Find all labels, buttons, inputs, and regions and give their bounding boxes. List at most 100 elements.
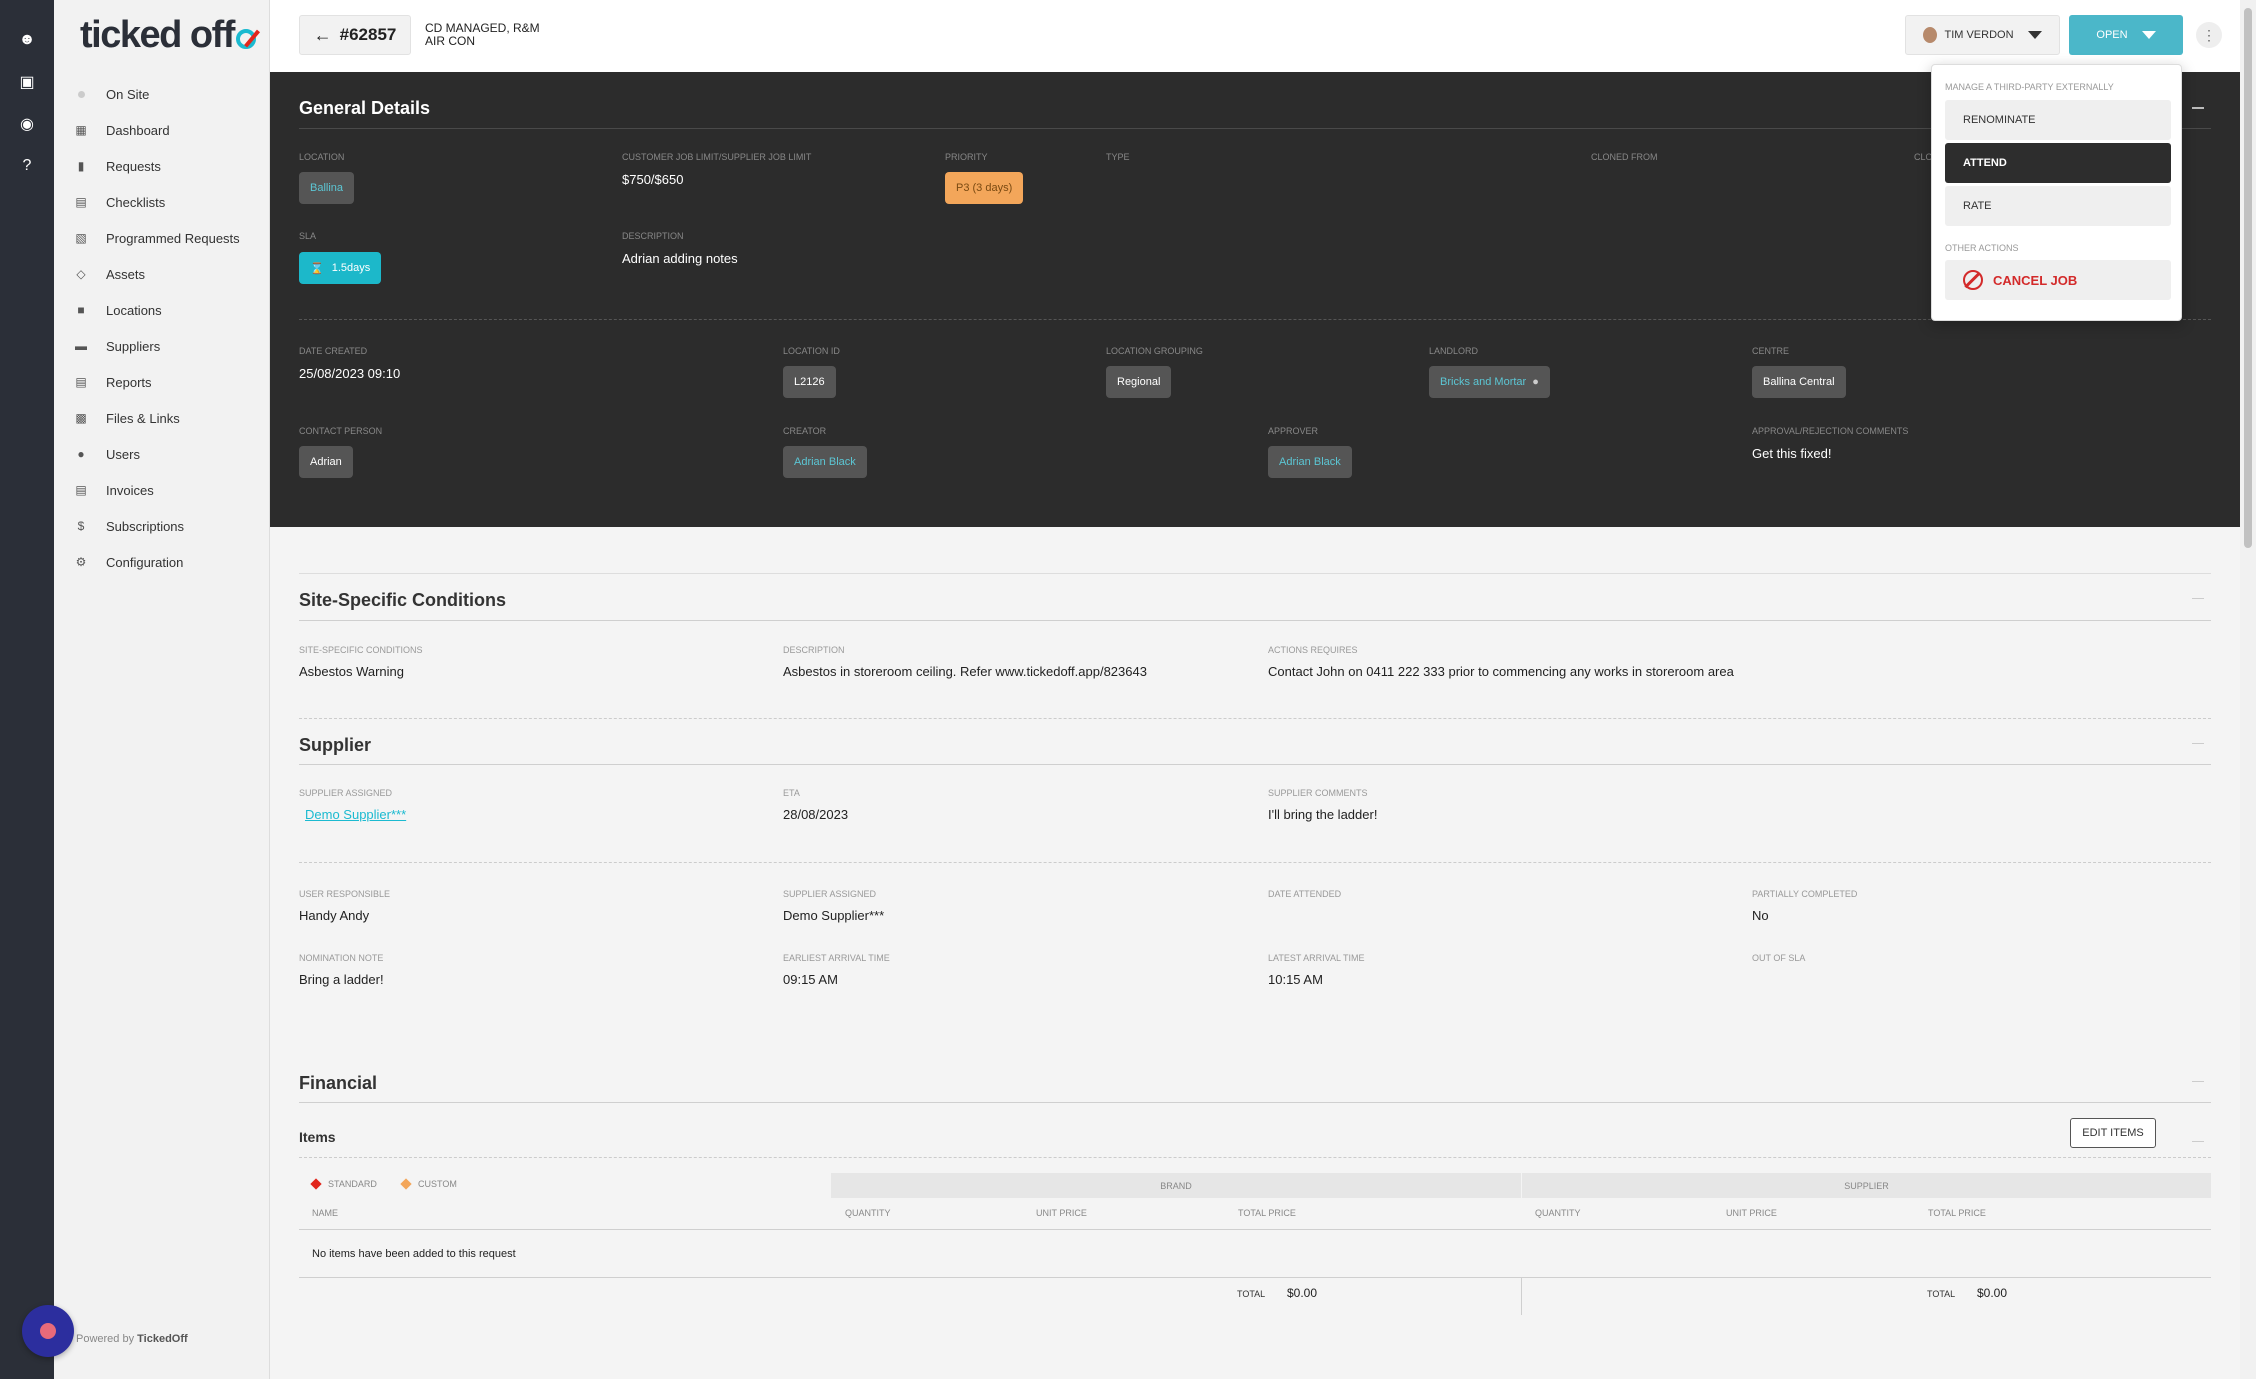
- description-value: Adrian adding notes: [622, 251, 738, 266]
- job-limit-value: $750/$650: [622, 172, 684, 187]
- sidebar-item-label: Assets: [106, 266, 146, 282]
- menu-item-cancel-job[interactable]: CANCEL JOB: [1945, 260, 2171, 300]
- status-actions-menu: MANAGE A THIRD-PARTY EXTERNALLY RENOMINA…: [1931, 64, 2182, 321]
- chat-launcher-button[interactable]: [22, 1305, 74, 1357]
- brand-total-label: TOTAL: [1237, 1289, 1266, 1299]
- eye-icon[interactable]: ◉: [17, 114, 37, 134]
- field-label: CUSTOMER JOB LIMIT/SUPPLIER JOB LIMIT: [622, 152, 812, 162]
- approval-comments-value: Get this fixed!: [1752, 446, 1832, 461]
- invoice-icon: ▤: [75, 483, 87, 497]
- column-header: TOTAL PRICE: [1928, 1208, 1986, 1218]
- collapse-icon[interactable]: [2192, 743, 2204, 744]
- sidebar-item-reports[interactable]: ▤ Reports: [54, 364, 270, 400]
- approver-chip[interactable]: Adrian Black: [1268, 446, 1352, 478]
- sidebar-item-on-site[interactable]: On Site: [54, 76, 270, 112]
- help-icon[interactable]: ?: [17, 156, 37, 176]
- back-button[interactable]: ← #62857: [299, 15, 411, 55]
- sidebar-item-configuration[interactable]: ⚙ Configuration: [54, 544, 270, 580]
- diamond-icon: [400, 1178, 412, 1190]
- field-label: CREATOR: [783, 426, 827, 436]
- sidebar-item-invoices[interactable]: ▤ Invoices: [54, 472, 270, 508]
- sidebar-item-files-links[interactable]: ▩ Files & Links: [54, 400, 270, 436]
- column-header: TOTAL PRICE: [1238, 1208, 1296, 1218]
- creator-chip[interactable]: Adrian Black: [783, 446, 867, 478]
- job-subtitle: CD MANAGED, R&M AIR CON: [425, 21, 540, 48]
- sidebar-item-label: Programmed Requests: [106, 230, 240, 246]
- files-icon: ▩: [75, 411, 87, 425]
- divider: [1521, 1277, 1522, 1315]
- calendar-icon[interactable]: ▣: [17, 72, 37, 92]
- field-label: APPROVER: [1268, 426, 1319, 436]
- empty-items-message: No items have been added to this request: [312, 1248, 516, 1260]
- menu-item-renominate[interactable]: RENOMINATE: [1945, 100, 2171, 140]
- field-label: DESCRIPTION: [622, 231, 684, 241]
- user-circle-icon[interactable]: ☻: [17, 30, 37, 50]
- sidebar-item-label: Subscriptions: [106, 518, 185, 534]
- location-id-chip: L2126: [783, 366, 836, 398]
- divider: [299, 573, 2211, 574]
- dot-icon: [74, 87, 88, 101]
- sidebar-item-locations[interactable]: ■ Locations: [54, 292, 270, 328]
- sidebar-item-dashboard[interactable]: ▦ Dashboard: [54, 112, 270, 148]
- collapse-icon[interactable]: [2192, 1081, 2204, 1082]
- location-chip[interactable]: Ballina: [299, 172, 355, 204]
- divider: [299, 1102, 2211, 1103]
- eta-value: 28/08/2023: [783, 807, 849, 822]
- field-label: TYPE: [1106, 152, 1130, 162]
- section-title: General Details: [299, 98, 431, 118]
- menu-item-attend[interactable]: ATTEND: [1945, 143, 2171, 183]
- collapse-icon[interactable]: [2192, 598, 2204, 599]
- divider: [299, 128, 2211, 129]
- field-label: SUPPLIER ASSIGNED: [299, 788, 393, 798]
- field-label: SITE-SPECIFIC CONDITIONS: [299, 645, 423, 655]
- field-label: EARLIEST ARRIVAL TIME: [783, 953, 890, 963]
- sidebar-item-suppliers[interactable]: ▬ Suppliers: [54, 328, 270, 364]
- truck-icon: ▬: [75, 339, 87, 353]
- sidebar-item-assets[interactable]: ◇ Assets: [54, 256, 270, 292]
- field-label: LOCATION: [299, 152, 345, 162]
- user-responsible-value: Handy Andy: [299, 908, 370, 923]
- field-label: CENTRE: [1752, 346, 1790, 356]
- app-rail: ☻ ▣ ◉ ?: [0, 0, 54, 1379]
- sidebar-item-label: Requests: [106, 158, 161, 174]
- field-label: DATE ATTENDED: [1268, 889, 1342, 899]
- field-label: USER RESPONSIBLE: [299, 889, 391, 899]
- column-header: QUANTITY: [1535, 1208, 1581, 1218]
- collapse-icon[interactable]: [2192, 1141, 2204, 1142]
- landlord-chip[interactable]: Bricks and Mortar ●: [1429, 366, 1550, 398]
- field-label: PARTIALLY COMPLETED: [1752, 889, 1858, 899]
- edit-items-button[interactable]: EDIT ITEMS: [2070, 1118, 2156, 1148]
- column-header: QUANTITY: [845, 1208, 891, 1218]
- sidebar: ticked off On Site ▦ Dashboard ▮ Requests …: [54, 0, 270, 1379]
- sidebar-item-programmed-requests[interactable]: ▧ Programmed Requests: [54, 220, 270, 256]
- priority-badge: P3 (3 days): [945, 172, 1024, 204]
- info-dot-icon: ●: [1532, 376, 1539, 388]
- scrollbar[interactable]: [2240, 0, 2256, 1379]
- menu-item-rate[interactable]: RATE: [1945, 186, 2171, 226]
- sidebar-item-label: Dashboard: [106, 122, 170, 138]
- field-label: LANDLORD: [1429, 346, 1479, 356]
- sidebar-item-users[interactable]: ● Users: [54, 436, 270, 472]
- more-options-icon[interactable]: ⋮: [2196, 22, 2222, 48]
- collapse-icon[interactable]: [2192, 107, 2204, 109]
- status-dropdown-button[interactable]: OPEN: [2069, 15, 2183, 55]
- sidebar-item-label: Users: [106, 446, 140, 462]
- field-label: OUT OF SLA: [1752, 953, 1806, 963]
- field-label: CLO: [1914, 152, 1933, 162]
- centre-chip: Ballina Central: [1752, 366, 1846, 398]
- sidebar-item-requests[interactable]: ▮ Requests: [54, 148, 270, 184]
- legend-custom: CUSTOM: [400, 1178, 457, 1190]
- column-header: UNIT PRICE: [1036, 1208, 1087, 1218]
- scrollbar-thumb[interactable]: [2244, 8, 2252, 548]
- latest-arrival-value: 10:15 AM: [1268, 972, 1323, 987]
- sidebar-item-subscriptions[interactable]: $ Subscriptions: [54, 508, 270, 544]
- divider: [299, 718, 2211, 719]
- assignee-dropdown[interactable]: TIM VERDON: [1905, 15, 2060, 55]
- location-grouping-chip: Regional: [1106, 366, 1172, 398]
- logo[interactable]: ticked off: [80, 14, 256, 57]
- sla-badge: ⌛ 1.5days: [299, 252, 382, 284]
- sidebar-item-checklists[interactable]: ▤ Checklists: [54, 184, 270, 220]
- supplier-link[interactable]: Demo Supplier***: [305, 807, 406, 822]
- job-number: #62857: [339, 25, 397, 44]
- chat-bubble-icon: ▮: [77, 159, 85, 173]
